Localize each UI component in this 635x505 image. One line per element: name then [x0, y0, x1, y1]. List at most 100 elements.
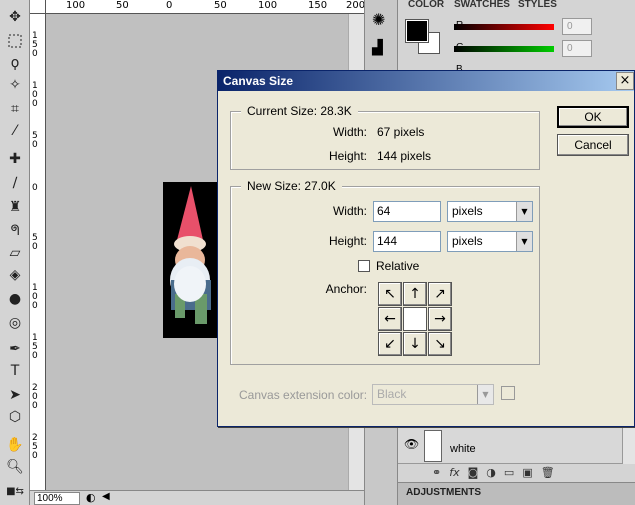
ruler-tick: 50: [116, 0, 129, 11]
anchor-bottom-left[interactable]: ↙: [378, 332, 402, 356]
stamp-icon[interactable]: ♜: [3, 196, 27, 218]
dialog-title-bar[interactable]: Canvas Size: [218, 71, 634, 91]
g-slider[interactable]: [454, 46, 554, 52]
anchor-center[interactable]: [403, 307, 427, 331]
anchor-top-left[interactable]: ↖: [378, 282, 402, 306]
adjustments-panel-header[interactable]: ADJUSTMENTS: [398, 482, 635, 505]
r-value-field[interactable]: 0: [562, 18, 592, 35]
anchor-bottom-right[interactable]: ↘: [428, 332, 452, 356]
foreground-color-swatch[interactable]: [405, 19, 429, 43]
tab-styles[interactable]: STYLES: [514, 0, 561, 10]
current-size-label: Current Size: 28.3K: [241, 104, 358, 118]
link-icon[interactable]: ⚭: [432, 466, 441, 479]
document-image: [163, 182, 219, 338]
tab-color[interactable]: COLOR: [404, 0, 448, 10]
mask-icon[interactable]: ◙: [468, 466, 479, 479]
current-height-value: 144 pixels: [377, 149, 432, 163]
adjustment-icon[interactable]: ◑: [486, 466, 496, 479]
ruler-tick: 100: [32, 81, 38, 109]
zoom-field[interactable]: 100%: [34, 492, 80, 505]
chevron-down-icon[interactable]: ▼: [477, 385, 493, 404]
brush-icon[interactable]: ∕: [3, 172, 27, 194]
new-height-label: Height:: [328, 234, 367, 248]
anchor-left[interactable]: ←: [378, 307, 402, 331]
dodge-icon[interactable]: ●: [3, 288, 27, 310]
blur-icon[interactable]: ◎: [3, 312, 27, 334]
new-size-label: New Size: 27.0K: [241, 179, 342, 193]
ruler-tick: 100: [258, 0, 278, 11]
eyedropper-icon[interactable]: ⁄: [3, 120, 27, 142]
folder-icon[interactable]: ▭: [504, 466, 514, 479]
ruler-tick: 0: [166, 0, 173, 11]
navigator-icon[interactable]: ✺: [372, 10, 385, 29]
relative-label[interactable]: Relative: [376, 259, 419, 273]
layers-scrollbar[interactable]: [622, 426, 635, 464]
ok-button[interactable]: OK: [557, 106, 629, 128]
hand-icon[interactable]: ✋: [3, 434, 27, 456]
chevron-down-icon[interactable]: ▼: [516, 232, 532, 251]
ruler-tick: 0: [32, 183, 38, 193]
cancel-button[interactable]: Cancel: [557, 134, 629, 156]
anchor-grid: ↖ ↑ ↗ ← → ↙ ↓ ↘: [378, 282, 452, 356]
pen-icon[interactable]: ✒: [3, 338, 27, 360]
type-icon[interactable]: T: [3, 360, 27, 382]
layers-toolbar: ⚭ fx ◙ ◑ ▭ ▣ 🗑︎: [398, 464, 635, 480]
adjustments-label: ADJUSTMENTS: [406, 487, 482, 498]
current-size-group: Current Size: 28.3K Width: 67 pixels Hei…: [230, 104, 540, 170]
extension-color-value: Black: [377, 387, 407, 401]
height-unit-select[interactable]: pixels ▼: [447, 231, 533, 252]
ruler-top: 100 50 0 50 100 150 200: [46, 0, 364, 14]
anchor-top-right[interactable]: ↗: [428, 282, 452, 306]
extension-color-select[interactable]: Black ▼: [372, 384, 494, 405]
width-unit-select[interactable]: pixels ▼: [447, 201, 533, 222]
close-icon[interactable]: ×: [616, 72, 634, 90]
width-input[interactable]: 64: [373, 201, 441, 222]
new-size-group: New Size: 27.0K Width: 64 pixels ▼ Heigh…: [230, 179, 540, 365]
height-input[interactable]: 144: [373, 231, 441, 252]
relative-checkbox[interactable]: [358, 260, 370, 272]
height-unit-value: pixels: [452, 234, 483, 248]
current-width-value: 67 pixels: [377, 125, 425, 139]
tab-swatches[interactable]: SWATCHES: [450, 0, 514, 10]
zoom-icon[interactable]: 🔍︎: [3, 456, 27, 478]
layer-row[interactable]: 👁︎ white: [398, 426, 622, 464]
color-swap-icon[interactable]: ■⇆: [3, 480, 27, 502]
shape-icon[interactable]: ⬡: [3, 406, 27, 428]
g-value-field[interactable]: 0: [562, 40, 592, 57]
new-layer-icon[interactable]: ▣: [522, 466, 532, 479]
anchor-right[interactable]: →: [428, 307, 452, 331]
history-brush-icon[interactable]: ᖗ: [3, 220, 27, 242]
ruler-tick: 250: [32, 433, 38, 461]
status-info-icon[interactable]: ◐: [86, 491, 96, 504]
anchor-top[interactable]: ↑: [403, 282, 427, 306]
ruler-tick: 150: [32, 333, 38, 361]
eraser-icon[interactable]: ▱: [3, 242, 27, 264]
ruler-corner: [30, 0, 46, 14]
ruler-tick: 200: [346, 0, 364, 11]
chevron-down-icon[interactable]: ▼: [516, 202, 532, 221]
toolbox: ✥ ϙ ✧ ⌗ ⁄ ✚ ∕ ♜ ᖗ ▱ ◈ ● ◎ ✒ T ➤ ⬡ ✋ 🔍︎ ■…: [0, 0, 30, 505]
status-bar: 100% ◐ ◀: [30, 490, 364, 505]
current-width-label: Width:: [332, 125, 367, 139]
r-slider[interactable]: [454, 24, 554, 30]
marquee-icon[interactable]: [3, 30, 27, 52]
magic-wand-icon[interactable]: ✧: [3, 74, 27, 96]
anchor-bottom[interactable]: ↓: [403, 332, 427, 356]
histogram-icon[interactable]: ▟: [372, 40, 383, 56]
canvas-size-dialog: Canvas Size × Current Size: 28.3K Width:…: [217, 70, 635, 427]
ruler-tick: 200: [32, 383, 38, 411]
trash-icon[interactable]: 🗑︎: [541, 466, 555, 479]
crop-icon[interactable]: ⌗: [3, 98, 27, 120]
current-height-label: Height:: [328, 149, 367, 163]
fx-icon[interactable]: fx: [449, 466, 459, 479]
status-arrow-icon[interactable]: ◀: [102, 491, 110, 502]
bucket-icon[interactable]: ◈: [3, 264, 27, 286]
healing-icon[interactable]: ✚: [3, 148, 27, 170]
extension-color-swatch[interactable]: [501, 386, 515, 400]
lasso-icon[interactable]: ϙ: [3, 52, 27, 74]
path-select-icon[interactable]: ➤: [3, 384, 27, 406]
eye-icon[interactable]: 👁︎: [404, 437, 419, 451]
new-width-label: Width:: [332, 204, 367, 218]
move-icon[interactable]: ✥: [3, 6, 27, 28]
layer-thumbnail: [424, 430, 442, 462]
